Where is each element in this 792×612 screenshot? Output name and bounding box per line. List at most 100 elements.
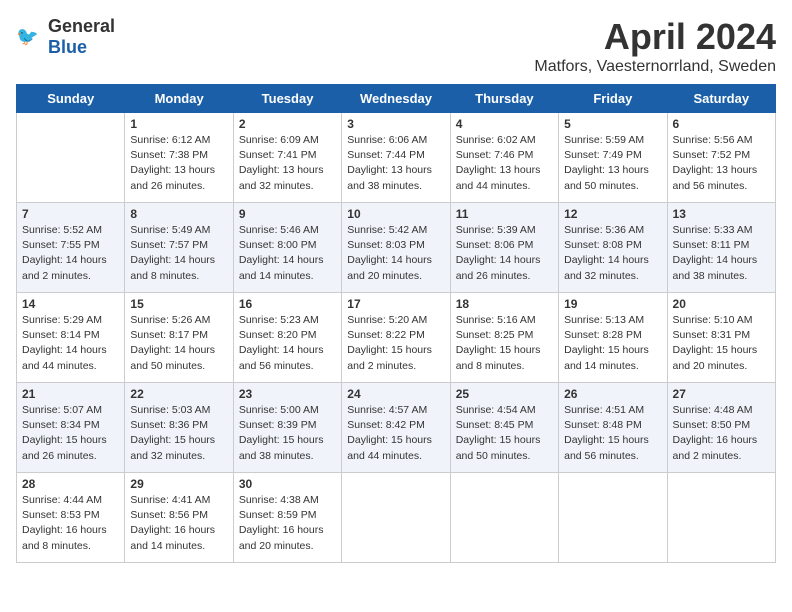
calendar-cell: 17 Sunrise: 5:20 AM Sunset: 8:22 PM Dayli… — [342, 293, 450, 383]
day-info: Sunrise: 6:09 AM Sunset: 7:41 PM Dayligh… — [239, 133, 336, 194]
logo-blue: Blue — [48, 37, 87, 57]
day-info: Sunrise: 4:51 AM Sunset: 8:48 PM Dayligh… — [564, 403, 661, 464]
calendar-cell: 19 Sunrise: 5:13 AM Sunset: 8:28 PM Dayli… — [559, 293, 667, 383]
day-number: 17 — [347, 297, 444, 311]
calendar-cell — [17, 113, 125, 203]
day-number: 1 — [130, 117, 227, 131]
calendar-cell: 2 Sunrise: 6:09 AM Sunset: 7:41 PM Daylig… — [233, 113, 341, 203]
day-number: 29 — [130, 477, 227, 491]
logo-general: General — [48, 16, 115, 36]
day-number: 16 — [239, 297, 336, 311]
day-info: Sunrise: 5:42 AM Sunset: 8:03 PM Dayligh… — [347, 223, 444, 284]
calendar-cell: 20 Sunrise: 5:10 AM Sunset: 8:31 PM Dayli… — [667, 293, 775, 383]
day-number: 14 — [22, 297, 119, 311]
calendar-cell: 15Sunrise: 5:26 AM Sunset: 8:17 PM Dayli… — [125, 293, 233, 383]
calendar-cell: 6Sunrise: 5:56 AM Sunset: 7:52 PM Daylig… — [667, 113, 775, 203]
day-number: 6 — [673, 117, 770, 131]
day-number: 20 — [673, 297, 770, 311]
calendar-body: 1 Sunrise: 6:12 AM Sunset: 7:38 PM Daylig… — [17, 113, 776, 563]
day-info: Sunrise: 5:46 AM Sunset: 8:00 PM Dayligh… — [239, 223, 336, 284]
day-info: Sunrise: 5:16 AM Sunset: 8:25 PM Dayligh… — [456, 313, 553, 374]
calendar-cell — [342, 473, 450, 563]
calendar-cell: 28Sunrise: 4:44 AM Sunset: 8:53 PM Dayli… — [17, 473, 125, 563]
page-header: 🐦 General Blue April 2024 Matfors, Vaest… — [16, 16, 776, 76]
calendar-cell: 14 Sunrise: 5:29 AM Sunset: 8:14 PM Dayli… — [17, 293, 125, 383]
day-info: Sunrise: 5:03 AM Sunset: 8:36 PM Dayligh… — [130, 403, 227, 464]
day-info: Sunrise: 5:13 AM Sunset: 8:28 PM Dayligh… — [564, 313, 661, 374]
calendar-cell: 1 Sunrise: 6:12 AM Sunset: 7:38 PM Daylig… — [125, 113, 233, 203]
day-info: Sunrise: 5:36 AM Sunset: 8:08 PM Dayligh… — [564, 223, 661, 284]
calendar-week-row: 7 Sunrise: 5:52 AM Sunset: 7:55 PM Daylig… — [17, 203, 776, 293]
calendar-cell: 16 Sunrise: 5:23 AM Sunset: 8:20 PM Dayli… — [233, 293, 341, 383]
day-number: 26 — [564, 387, 661, 401]
day-header-wednesday: Wednesday — [342, 85, 450, 113]
calendar-cell: 9 Sunrise: 5:46 AM Sunset: 8:00 PM Daylig… — [233, 203, 341, 293]
day-number: 12 — [564, 207, 661, 221]
logo: 🐦 General Blue — [16, 16, 115, 58]
day-number: 22 — [130, 387, 227, 401]
day-number: 2 — [239, 117, 336, 131]
day-number: 25 — [456, 387, 553, 401]
day-number: 9 — [239, 207, 336, 221]
day-info: Sunrise: 4:57 AM Sunset: 8:42 PM Dayligh… — [347, 403, 444, 464]
day-info: Sunrise: 5:33 AM Sunset: 8:11 PM Dayligh… — [673, 223, 770, 284]
day-header-sunday: Sunday — [17, 85, 125, 113]
day-info: Sunrise: 6:02 AM Sunset: 7:46 PM Dayligh… — [456, 133, 553, 194]
calendar-cell: 27Sunrise: 4:48 AM Sunset: 8:50 PM Dayli… — [667, 383, 775, 473]
calendar-cell: 22 Sunrise: 5:03 AM Sunset: 8:36 PM Dayli… — [125, 383, 233, 473]
day-number: 3 — [347, 117, 444, 131]
day-header-saturday: Saturday — [667, 85, 775, 113]
day-number: 13 — [673, 207, 770, 221]
day-info: Sunrise: 5:49 AM Sunset: 7:57 PM Dayligh… — [130, 223, 227, 284]
calendar-week-row: 28Sunrise: 4:44 AM Sunset: 8:53 PM Dayli… — [17, 473, 776, 563]
svg-text:🐦: 🐦 — [16, 27, 39, 47]
day-info: Sunrise: 5:52 AM Sunset: 7:55 PM Dayligh… — [22, 223, 119, 284]
day-info: Sunrise: 5:00 AM Sunset: 8:39 PM Dayligh… — [239, 403, 336, 464]
day-info: Sunrise: 5:26 AM Sunset: 8:17 PM Dayligh… — [130, 313, 227, 374]
day-info: Sunrise: 5:20 AM Sunset: 8:22 PM Dayligh… — [347, 313, 444, 374]
day-info: Sunrise: 5:07 AM Sunset: 8:34 PM Dayligh… — [22, 403, 119, 464]
day-info: Sunrise: 4:54 AM Sunset: 8:45 PM Dayligh… — [456, 403, 553, 464]
calendar-cell: 4 Sunrise: 6:02 AM Sunset: 7:46 PM Daylig… — [450, 113, 558, 203]
calendar-cell — [667, 473, 775, 563]
day-header-friday: Friday — [559, 85, 667, 113]
calendar-cell: 30Sunrise: 4:38 AM Sunset: 8:59 PM Dayli… — [233, 473, 341, 563]
calendar-cell: 3Sunrise: 6:06 AM Sunset: 7:44 PM Daylig… — [342, 113, 450, 203]
day-number: 21 — [22, 387, 119, 401]
day-number: 18 — [456, 297, 553, 311]
day-number: 10 — [347, 207, 444, 221]
calendar-cell — [559, 473, 667, 563]
calendar-header-row: SundayMondayTuesdayWednesdayThursdayFrid… — [17, 85, 776, 113]
day-header-thursday: Thursday — [450, 85, 558, 113]
calendar-cell: 11Sunrise: 5:39 AM Sunset: 8:06 PM Dayli… — [450, 203, 558, 293]
day-number: 28 — [22, 477, 119, 491]
day-number: 23 — [239, 387, 336, 401]
calendar-cell: 8Sunrise: 5:49 AM Sunset: 7:57 PM Daylig… — [125, 203, 233, 293]
calendar-week-row: 21 Sunrise: 5:07 AM Sunset: 8:34 PM Dayli… — [17, 383, 776, 473]
day-info: Sunrise: 4:41 AM Sunset: 8:56 PM Dayligh… — [130, 493, 227, 554]
calendar-week-row: 1 Sunrise: 6:12 AM Sunset: 7:38 PM Daylig… — [17, 113, 776, 203]
day-number: 24 — [347, 387, 444, 401]
calendar-cell — [450, 473, 558, 563]
title-area: April 2024 Matfors, Vaesternorrland, Swe… — [534, 16, 776, 76]
calendar-cell: 18 Sunrise: 5:16 AM Sunset: 8:25 PM Dayli… — [450, 293, 558, 383]
calendar-cell: 21 Sunrise: 5:07 AM Sunset: 8:34 PM Dayli… — [17, 383, 125, 473]
calendar-cell: 13 Sunrise: 5:33 AM Sunset: 8:11 PM Dayli… — [667, 203, 775, 293]
day-info: Sunrise: 5:29 AM Sunset: 8:14 PM Dayligh… — [22, 313, 119, 374]
day-number: 27 — [673, 387, 770, 401]
logo-icon: 🐦 — [16, 23, 44, 51]
day-info: Sunrise: 6:12 AM Sunset: 7:38 PM Dayligh… — [130, 133, 227, 194]
day-header-tuesday: Tuesday — [233, 85, 341, 113]
day-header-monday: Monday — [125, 85, 233, 113]
calendar-cell: 5Sunrise: 5:59 AM Sunset: 7:49 PM Daylig… — [559, 113, 667, 203]
day-info: Sunrise: 5:23 AM Sunset: 8:20 PM Dayligh… — [239, 313, 336, 374]
calendar-cell: 24 Sunrise: 4:57 AM Sunset: 8:42 PM Dayli… — [342, 383, 450, 473]
day-info: Sunrise: 5:10 AM Sunset: 8:31 PM Dayligh… — [673, 313, 770, 374]
calendar-cell: 25 Sunrise: 4:54 AM Sunset: 8:45 PM Dayli… — [450, 383, 558, 473]
day-number: 19 — [564, 297, 661, 311]
location-title: Matfors, Vaesternorrland, Sweden — [534, 58, 776, 76]
day-number: 4 — [456, 117, 553, 131]
calendar-cell: 23 Sunrise: 5:00 AM Sunset: 8:39 PM Dayli… — [233, 383, 341, 473]
day-number: 7 — [22, 207, 119, 221]
calendar-cell: 7 Sunrise: 5:52 AM Sunset: 7:55 PM Daylig… — [17, 203, 125, 293]
